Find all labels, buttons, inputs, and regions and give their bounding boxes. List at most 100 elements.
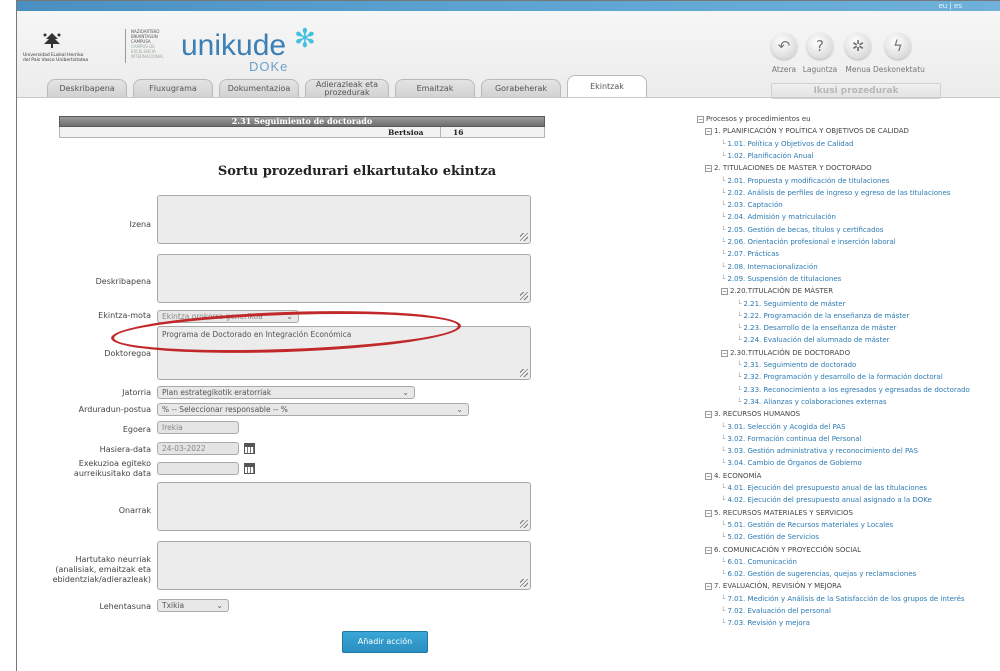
- logo-divider: [125, 29, 126, 63]
- tree-item[interactable]: └ 2.33. Reconocimiento a los egresados y…: [737, 386, 970, 395]
- tree-item[interactable]: └ 4.02. Ejecución del presupuesto anual …: [721, 496, 932, 505]
- tree-item[interactable]: └ 3.02. Formación continua del Personal: [721, 435, 861, 444]
- resize-grip-icon[interactable]: [520, 233, 528, 241]
- resize-grip-icon[interactable]: [520, 579, 528, 587]
- collapse-icon[interactable]: −: [721, 349, 728, 357]
- tab-gorabeherak[interactable]: Gorabeherak: [481, 79, 561, 97]
- tree-item-label: 2.31. Seguimiento de doctorado: [743, 361, 857, 369]
- collapse-icon[interactable]: −: [721, 288, 728, 296]
- ehu-logo: Universidad Euskal Herriko del País Vasc…: [23, 27, 88, 67]
- tree-section[interactable]: −6. COMUNICACIÓN Y PROYECCIÓN SOCIAL: [705, 546, 861, 555]
- tree-item[interactable]: └ 2.04. Admisión y matriculación: [721, 213, 836, 222]
- onarrak-field[interactable]: [157, 482, 531, 531]
- doktoregoa-field[interactable]: Programa de Doctorado en Integración Eco…: [157, 326, 531, 380]
- tree-item[interactable]: └ 2.02. Análisis de perfiles de ingreso …: [721, 189, 950, 198]
- tree-item[interactable]: └ 2.21. Seguimiento de máster: [737, 300, 845, 309]
- tree-item[interactable]: └ 7.03. Revisión y mejora: [721, 619, 810, 628]
- tab-deskribapena[interactable]: Deskribapena: [47, 79, 127, 97]
- tab-ekintzak[interactable]: Ekintzak: [567, 75, 647, 97]
- tree-item[interactable]: └ 6.01. Comunicación: [721, 558, 797, 567]
- help-button[interactable]: ?: [807, 33, 833, 59]
- tab-fluxugrama[interactable]: Fluxugrama: [133, 79, 213, 97]
- collapse-icon[interactable]: −: [705, 411, 712, 419]
- tree-section[interactable]: −2.20.TITULACIÓN DE MÁSTER: [721, 287, 833, 296]
- tree-root-label: Procesos y procedimientos eu: [706, 115, 811, 123]
- tree-item[interactable]: └ 2.09. Suspensión de titulaciones: [721, 275, 841, 284]
- tree-item-label: 2.32. Programación y desarrollo de la fo…: [743, 373, 943, 382]
- tree-section[interactable]: −2. TITULACIONES DE MÁSTER Y DOCTORADO: [705, 164, 872, 173]
- tab-adierazleak[interactable]: Adierazleak eta prozedurak: [305, 79, 389, 97]
- tree-section[interactable]: −1. PLANIFICACIÓN Y POLÍTICA Y OBJETIVOS…: [705, 127, 909, 136]
- tree-section[interactable]: −3. RECURSOS HUMANOS: [705, 410, 800, 419]
- tree-item[interactable]: └ 2.08. Internacionalización: [721, 263, 818, 272]
- tree-item[interactable]: └ 2.24. Evaluación del alumnado de máste…: [737, 336, 890, 345]
- egoera-input[interactable]: Irekia: [157, 421, 239, 434]
- menu-button[interactable]: ✲: [845, 33, 871, 59]
- resize-grip-icon[interactable]: [520, 292, 528, 300]
- tree-item[interactable]: └ 3.04. Cambio de Órganos de Gobierno: [721, 459, 862, 468]
- calendar-icon[interactable]: [244, 443, 255, 454]
- tree-item-label: 3.04. Cambio de Órganos de Gobierno: [727, 459, 862, 468]
- language-switch[interactable]: eu | es: [938, 1, 962, 11]
- tree-item[interactable]: └ 4.01. Ejecución del presupuesto anual …: [721, 484, 927, 493]
- tab-emaitzak[interactable]: Emaitzak: [395, 79, 475, 97]
- resize-grip-icon[interactable]: [520, 369, 528, 377]
- tree-item[interactable]: └ 7.01. Medición y Análisis de la Satisf…: [721, 595, 965, 604]
- tree-item-label: 2.23. Desarrollo de la enseñanza de mást…: [743, 324, 897, 333]
- tree-item-label: 2.09. Suspensión de titulaciones: [727, 274, 842, 283]
- ekintza-mota-select[interactable]: Ekintza orokorra generikoa ⌄: [157, 310, 299, 323]
- collapse-icon[interactable]: −: [705, 583, 712, 591]
- anadir-accion-button[interactable]: Añadir acción: [342, 631, 428, 653]
- chevron-down-icon: ⌄: [456, 405, 463, 414]
- collapse-icon[interactable]: −: [705, 546, 712, 554]
- tree-item[interactable]: └ 3.03. Gestión administrativa y reconoc…: [721, 447, 918, 456]
- deskribapena-field[interactable]: [157, 254, 531, 303]
- collapse-icon[interactable]: −: [705, 472, 712, 480]
- resize-grip-icon[interactable]: [520, 520, 528, 528]
- back-button[interactable]: ↶: [771, 33, 797, 59]
- tree-item[interactable]: └ 2.32. Programación y desarrollo de la …: [737, 373, 943, 382]
- tree-item[interactable]: └ 2.03. Captación: [721, 201, 783, 210]
- jatorria-select[interactable]: Plan estrategikotik eratorriak ⌄: [157, 386, 415, 399]
- tree-item[interactable]: └ 5.01. Gestión de Recursos materiales y…: [721, 521, 893, 530]
- unikude-logo: unikude ✻: [181, 23, 316, 63]
- collapse-icon[interactable]: −: [705, 509, 712, 517]
- arduradun-select[interactable]: % -- Seleccionar responsable -- % ⌄: [157, 403, 469, 416]
- tree-item[interactable]: └ 2.01. Propuesta y modificación de titu…: [721, 177, 889, 186]
- tree-item[interactable]: └ 3.01. Selección y Acogida del PAS: [721, 423, 846, 432]
- tree-item[interactable]: └ 1.01. Política y Objetivos de Calidad: [721, 140, 853, 149]
- tree-item-label: 6.02. Gestión de sugerencias, quejas y r…: [727, 570, 917, 579]
- tree-item-label: 2.30.TITULACIÓN DE DOCTORADO: [730, 348, 851, 357]
- hasiera-data-input[interactable]: 24-03-2022: [157, 442, 239, 455]
- tree-item[interactable]: └ 2.06. Orientación profesional e inserc…: [721, 238, 896, 247]
- collapse-icon[interactable]: −: [705, 165, 712, 173]
- tree-item-label: 7. EVALUACIÓN, REVISIÓN Y MEJORA: [714, 582, 842, 591]
- tree-item[interactable]: └ 2.07. Prácticas: [721, 250, 779, 259]
- tree-item-label: 2.08. Internacionalización: [727, 262, 818, 271]
- tree-item[interactable]: └ 6.02. Gestión de sugerencias, quejas y…: [721, 570, 916, 579]
- izena-field[interactable]: [157, 195, 531, 244]
- tree-item[interactable]: └ 5.02. Gestión de Servicios: [721, 533, 819, 542]
- disconnect-button[interactable]: ϟ: [885, 33, 911, 59]
- tree-item-label: 3.02. Formación continua del Personal: [727, 434, 862, 443]
- tree-item[interactable]: └ 2.22. Programación de la enseñanza de …: [737, 312, 909, 321]
- tree-item[interactable]: └ 1.02. Planificación Anual: [721, 152, 814, 161]
- tree-section[interactable]: −5. RECURSOS MATERIALES Y SERVICIOS: [705, 509, 853, 518]
- lehentasuna-select[interactable]: Txikia ⌄: [157, 599, 229, 612]
- tree-section[interactable]: −2.30.TITULACIÓN DE DOCTORADO: [721, 349, 850, 358]
- collapse-icon[interactable]: −: [697, 116, 704, 123]
- tree-section[interactable]: −7. EVALUACIÓN, REVISIÓN Y MEJORA: [705, 582, 841, 591]
- hartutako-neurriak-field[interactable]: [157, 541, 531, 590]
- tree-item[interactable]: └ 2.23. Desarrollo de la enseñanza de má…: [737, 324, 896, 333]
- tree-root[interactable]: − Procesos y procedimientos eu: [697, 115, 811, 124]
- collapse-icon[interactable]: −: [705, 128, 712, 136]
- tree-item[interactable]: └ 2.05. Gestión de becas, títulos y cert…: [721, 226, 883, 235]
- tree-item[interactable]: └ 2.31. Seguimiento de doctorado: [737, 361, 856, 370]
- tree-item[interactable]: └ 2.34. Alianzas y colaboraciones extern…: [737, 398, 887, 407]
- tab-dokumentazioa[interactable]: Dokumentazioa: [219, 79, 299, 97]
- tree-item-label: 5.01. Gestión de Recursos materiales y L…: [727, 520, 894, 529]
- tree-item[interactable]: └ 7.02. Evaluación del personal: [721, 607, 831, 616]
- exekuzioa-data-input[interactable]: [157, 462, 239, 475]
- tree-section[interactable]: −4. ECONOMÍA: [705, 472, 761, 481]
- calendar-icon[interactable]: [244, 463, 255, 474]
